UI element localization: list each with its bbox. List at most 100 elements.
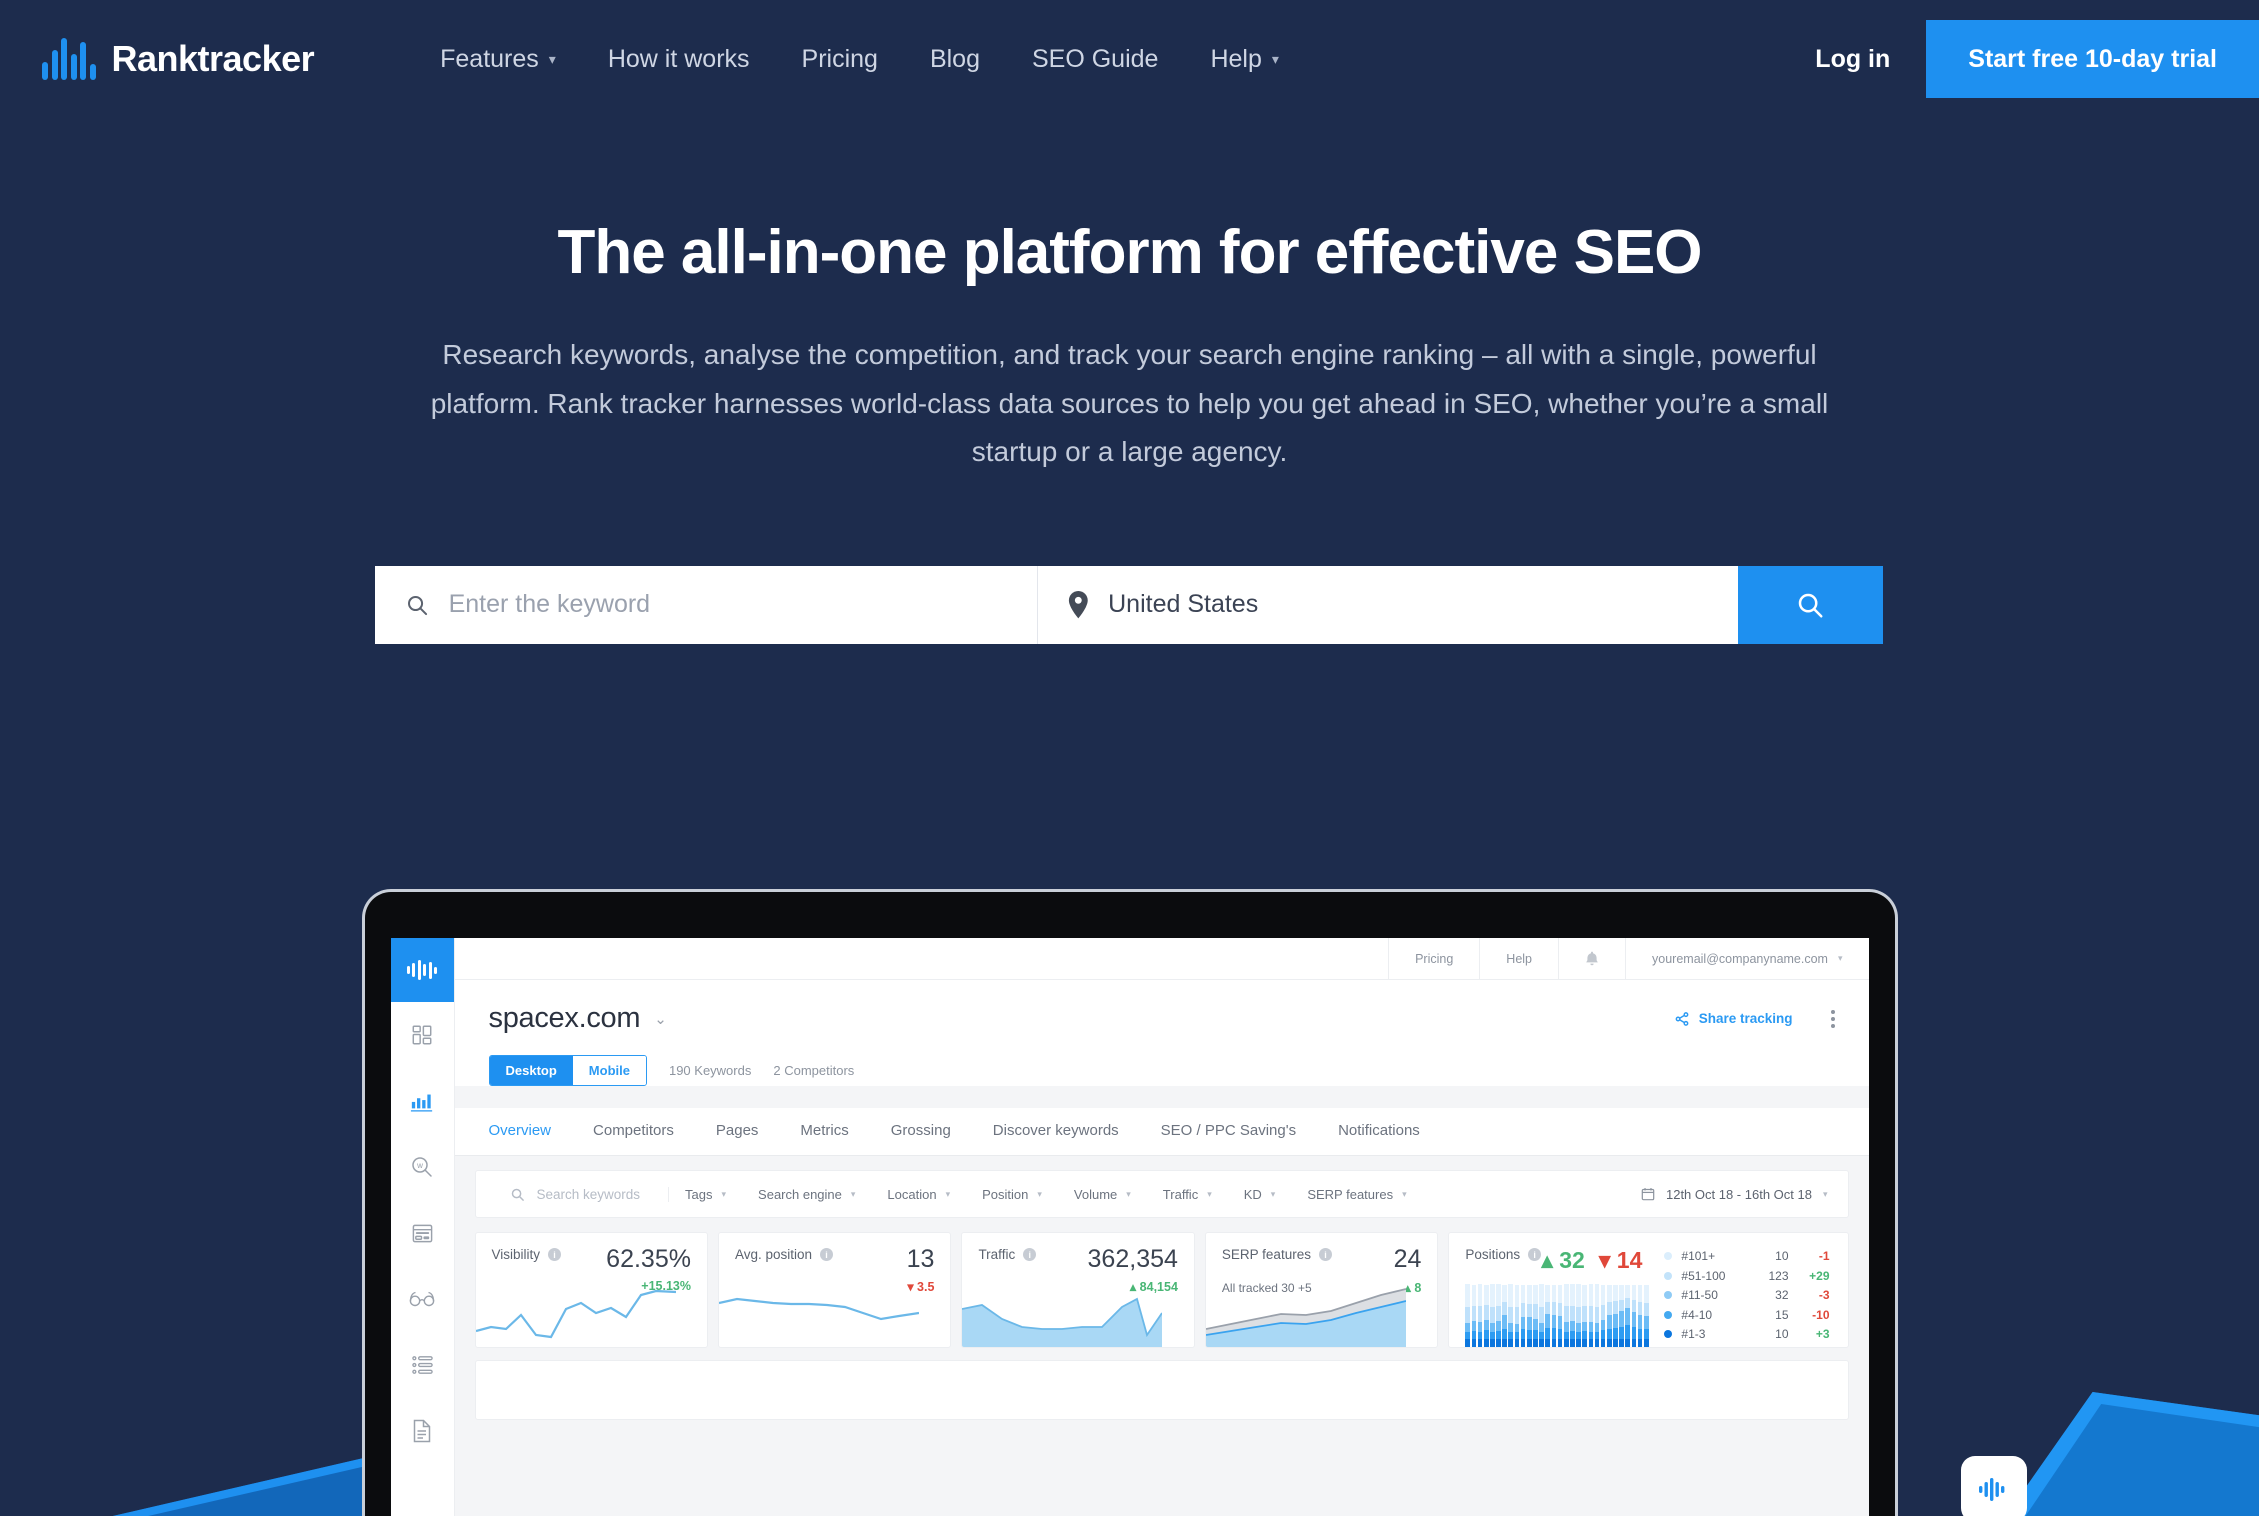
more-options-button[interactable] [1830,1009,1835,1028]
logo-icon [1979,1478,2005,1501]
topbar-pricing[interactable]: Pricing [1388,938,1479,979]
nav-link-label: Features [440,44,539,73]
metric-value: 24 [1393,1245,1422,1273]
positions-row: #1-3 10 +3 [1664,1327,1830,1341]
sidebar-logo-icon[interactable] [390,938,454,1002]
filter-kd[interactable]: KD ▾ [1228,1187,1292,1202]
position-bar [1477,1284,1483,1347]
metric-label: Positions i [1465,1247,1542,1262]
account-menu[interactable]: youremail@companyname.com ▾ [1625,938,1868,979]
date-range-label: 12th Oct 18 - 16th Oct 18 [1665,1186,1812,1202]
dashboard-main: Pricing Help youremail@companyname.com ▾ [454,938,1869,1516]
date-range-picker[interactable]: 12th Oct 18 - 16th Oct 18 ▾ [1625,1187,1828,1202]
nav-links: Features ▾ How it works Pricing Blog SEO… [414,35,1305,84]
metric-value: 62.35% [606,1245,691,1273]
tab-notifications[interactable]: Notifications [1317,1108,1441,1155]
sidebar-item-web-audit[interactable] [391,1266,455,1332]
tab-seo-ppc-savings[interactable]: SEO / PPC Saving's [1140,1108,1317,1155]
tab-competitors[interactable]: Competitors [572,1108,695,1155]
filter-label: Tags [685,1186,713,1202]
info-icon[interactable]: i [548,1248,562,1261]
start-free-trial-button[interactable]: Start free 10-day trial [1926,20,2259,98]
info-icon[interactable]: i [1023,1248,1037,1261]
position-bar [1502,1284,1507,1347]
filter-location[interactable]: Location ▾ [871,1187,966,1202]
chevron-down-icon: ▾ [721,1188,727,1199]
nav-link-seo-guide[interactable]: SEO Guide [1006,35,1184,84]
nav-link-how-it-works[interactable]: How it works [582,35,776,84]
filter-tags[interactable]: Tags ▾ [669,1187,742,1202]
position-bar [1557,1284,1563,1347]
tab-overview[interactable]: Overview [489,1108,573,1155]
tab-metrics[interactable]: Metrics [779,1108,869,1155]
tab-grossing[interactable]: Grossing [870,1108,972,1155]
positions-row: #101+ 10 -1 [1664,1249,1830,1263]
positions-summary: ▴ 32 ▾ 14 [1541,1247,1642,1274]
nav-link-features[interactable]: Features ▾ [414,35,582,84]
brand-logo[interactable]: Ranktracker [42,38,315,80]
metric-label-text: Traffic [978,1247,1016,1262]
chevron-down-icon: ▾ [548,50,556,67]
metric-label: Visibility i [492,1247,562,1262]
location-field-wrapper [1037,565,1738,644]
position-count: 32 [1775,1288,1789,1302]
sidebar-item-serp-checker[interactable] [391,1200,455,1266]
nav-link-help[interactable]: Help ▾ [1184,35,1304,84]
share-tracking-button[interactable]: Share tracking [1675,1011,1793,1026]
position-bar [1508,1284,1514,1347]
legend-dot [1664,1310,1673,1319]
account-email: youremail@companyname.com [1652,951,1828,966]
topbar-help[interactable]: Help [1479,938,1558,979]
location-input[interactable] [1108,590,1708,620]
metric-label: Avg. position i [735,1247,834,1262]
nav-link-pricing[interactable]: Pricing [776,35,904,84]
hero-search [0,565,2259,644]
positions-stacked-bar-chart [1465,1284,1649,1347]
keyword-search-field[interactable]: Search keywords [510,1186,670,1202]
brand-name: Ranktracker [111,38,315,79]
tab-pages[interactable]: Pages [695,1108,780,1155]
filter-volume[interactable]: Volume ▾ [1058,1187,1147,1202]
filter-label: KD [1243,1186,1262,1202]
positions-chart-panel: Positions i ▴ 32 ▾ 14 [1449,1233,1656,1347]
info-icon[interactable]: i [1318,1248,1332,1261]
chevron-down-icon[interactable]: ⌄ [654,1010,667,1028]
position-change: -10 [1812,1307,1830,1322]
search-icon [511,1188,524,1201]
positions-down: ▾ 14 [1598,1247,1643,1273]
dashboard-screen: w Pricing Help youremail@companyname.com… [390,938,1869,1516]
nav-link-label: Help [1210,44,1262,73]
info-icon[interactable]: i [820,1248,834,1261]
filter-serp-features[interactable]: SERP features ▾ [1291,1187,1422,1202]
legend-dot [1664,1330,1673,1338]
logo-icon [42,38,96,80]
device-toggle-mobile[interactable]: Mobile [572,1056,646,1085]
search-submit-button[interactable] [1737,565,1883,644]
positions-row: #51-100 123 +29 [1664,1268,1830,1283]
sidebar-item-backlinks[interactable] [391,1332,455,1398]
device-toggle-desktop[interactable]: Desktop [489,1056,573,1085]
notifications-button[interactable] [1558,938,1625,979]
keyword-search-icon: w [412,1157,432,1177]
position-count: 10 [1775,1249,1789,1263]
position-change: +29 [1809,1268,1830,1283]
filter-search-engine[interactable]: Search engine ▾ [742,1187,871,1202]
filter-position[interactable]: Position ▾ [966,1187,1058,1202]
metric-label: SERP features i [1222,1247,1332,1262]
search-input[interactable] [448,590,1007,620]
tab-discover-keywords[interactable]: Discover keywords [972,1108,1140,1155]
chevron-down-icon: ▾ [1822,1188,1828,1199]
position-bar [1570,1284,1575,1347]
sidebar-item-dashboard[interactable] [391,1002,455,1068]
login-link[interactable]: Log in [1779,35,1926,84]
info-icon[interactable]: i [1528,1248,1542,1261]
sidebar-item-keyword-finder[interactable]: w [391,1134,455,1200]
filter-traffic[interactable]: Traffic ▾ [1147,1187,1228,1202]
metric-value: 362,354 [1087,1245,1178,1273]
dashboard-topbar: Pricing Help youremail@companyname.com ▾ [454,938,1869,980]
sidebar-item-rank-tracker[interactable] [391,1068,455,1134]
position-change: -1 [1818,1249,1830,1263]
nav-link-blog[interactable]: Blog [904,35,1006,84]
landing-page: Ranktracker Features ▾ How it works Pric… [0,0,2259,1516]
sidebar-item-reports[interactable] [391,1398,455,1464]
